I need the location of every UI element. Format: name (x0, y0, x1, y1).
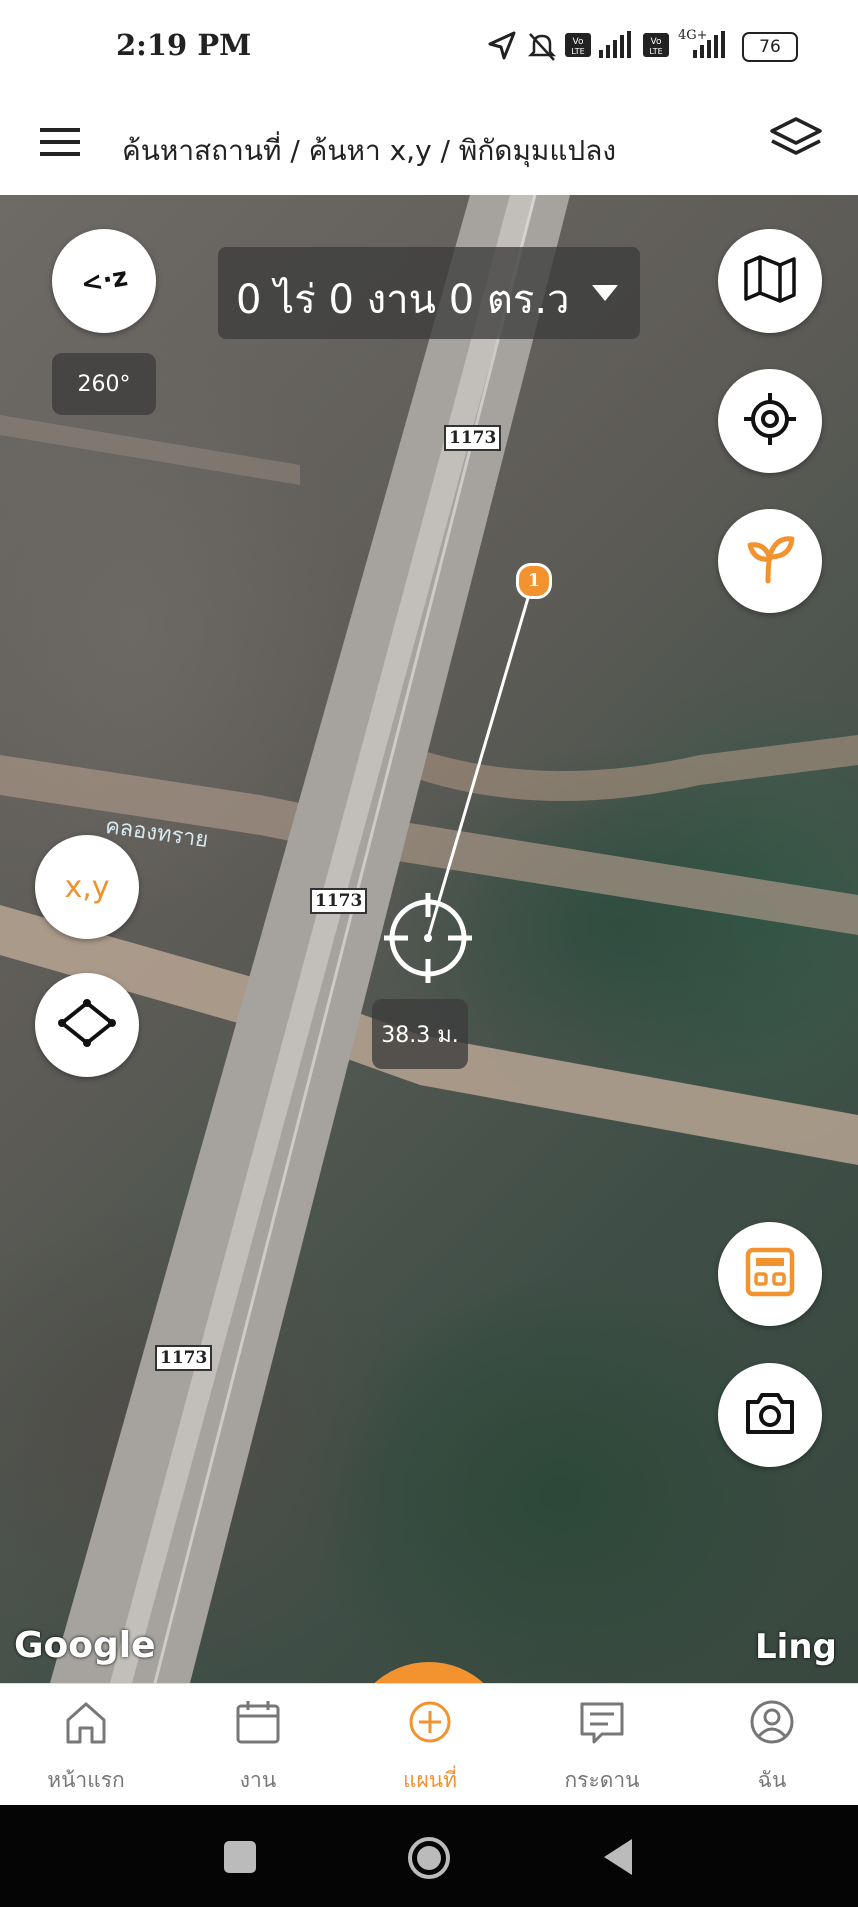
calculator-icon (744, 1246, 796, 1302)
location-icon (486, 30, 518, 66)
compass-button[interactable]: <·z (52, 229, 156, 333)
tab-label: กระดาน (564, 1768, 640, 1792)
home-nav-icon[interactable] (406, 1835, 452, 1885)
satellite-map[interactable]: 1 1173 1173 1173 คลองทราย <·z 260° 0 ไร่… (0, 195, 858, 1683)
breadcrumb: ค้นหาสถานที่ / ค้นหา x,y / พิกัดมุมแปลง (122, 134, 617, 167)
svg-text:LTE: LTE (571, 47, 584, 56)
calculator-button[interactable] (718, 1222, 822, 1326)
road-label: 1173 (444, 425, 502, 451)
polygon-button[interactable] (35, 973, 139, 1077)
tab-label: ฉัน (757, 1768, 787, 1792)
status-time: 2:19 PM (116, 28, 252, 62)
recents-icon[interactable] (224, 1841, 256, 1873)
status-bar: 2:19 PM Vo LTE Vo LTE 4G+ 76 (0, 0, 858, 95)
watermark: Ling (755, 1627, 837, 1667)
plant-button[interactable] (718, 509, 822, 613)
tab-home[interactable]: หน้าแรก (0, 1684, 172, 1806)
tab-label: แผนที่ (402, 1768, 458, 1792)
tab-label: หน้าแรก (47, 1768, 125, 1792)
volte-icon-2: Vo LTE (642, 30, 672, 64)
map-icon (742, 255, 798, 307)
home-icon (62, 1698, 110, 1750)
area-text: 0 ไร่ 0 งาน 0 ตร.ว (236, 277, 570, 323)
tab-board[interactable]: กระดาน (516, 1684, 688, 1806)
polygon-icon (58, 999, 116, 1051)
hamburger-menu-icon[interactable] (40, 125, 82, 163)
signal-icon (598, 30, 634, 64)
compass-icon: <·z (78, 262, 130, 300)
signal-icon-2 (692, 30, 728, 64)
bottom-tab-bar: หน้าแรก งาน แผนที่ กระดาน ฉัน (0, 1683, 858, 1806)
mute-bell-icon (526, 30, 558, 66)
tab-profile[interactable]: ฉัน (686, 1684, 858, 1806)
chevron-down-icon (590, 283, 620, 307)
tab-label: งาน (239, 1768, 277, 1792)
add-circle-icon (406, 1698, 454, 1750)
app-header: ค้นหาสถานที่ / ค้นหา x,y / พิกัดมุมแปลง (0, 95, 858, 195)
distance-badge: 38.3 ม. (372, 999, 468, 1069)
map-type-button[interactable] (718, 229, 822, 333)
svg-text:Vo: Vo (651, 37, 662, 47)
svg-text:Vo: Vo (573, 37, 584, 47)
xy-coordinate-button[interactable]: x,y (35, 835, 139, 939)
volte-icon: Vo LTE (564, 30, 594, 64)
camera-icon (744, 1390, 796, 1440)
battery-level: 76 (759, 37, 781, 57)
back-icon[interactable] (600, 1837, 636, 1881)
tab-work[interactable]: งาน (172, 1684, 344, 1806)
xy-label: x,y (64, 869, 110, 905)
layers-icon[interactable] (768, 115, 824, 165)
battery-icon: 76 (742, 32, 798, 62)
my-location-button[interactable] (718, 369, 822, 473)
sprout-icon (742, 531, 798, 591)
camera-button[interactable] (718, 1363, 822, 1467)
heading-badge: 260° (52, 353, 156, 415)
system-nav-bar (0, 1805, 858, 1907)
tab-map[interactable]: แผนที่ (344, 1684, 516, 1806)
board-icon (578, 1698, 626, 1750)
area-dropdown[interactable]: 0 ไร่ 0 งาน 0 ตร.ว (218, 247, 640, 339)
target-icon (742, 391, 798, 451)
point-marker[interactable]: 1 (516, 563, 552, 599)
road-label: 1173 (155, 1345, 213, 1371)
google-attribution: Google (14, 1625, 156, 1666)
calendar-icon (234, 1698, 282, 1750)
svg-text:LTE: LTE (649, 47, 662, 56)
profile-icon (748, 1698, 796, 1750)
road-label: 1173 (310, 888, 368, 914)
